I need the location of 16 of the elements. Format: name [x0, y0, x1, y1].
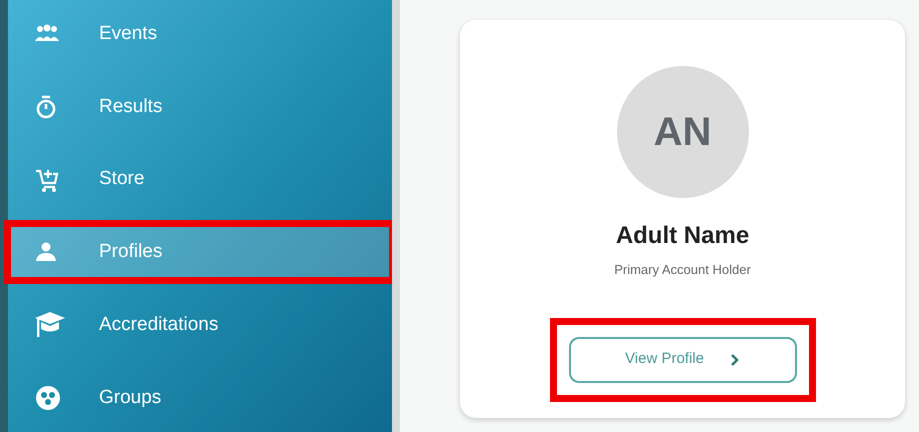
avatar-initials: AN: [654, 109, 712, 156]
sidebar-item[interactable]: Groups: [11, 372, 389, 423]
person-icon: [35, 242, 57, 262]
chevron-right-icon: [730, 354, 740, 366]
sidebar-item[interactable]: Profiles: [11, 227, 389, 278]
sidebar-item[interactable]: Events: [11, 9, 389, 59]
cart-icon: [35, 168, 59, 192]
sidebar-item[interactable]: Accreditations: [11, 300, 389, 350]
sidebar-item[interactable]: Results: [11, 82, 389, 132]
sidebar-item[interactable]: Store: [11, 154, 389, 205]
group-icon: [35, 384, 61, 411]
view-profile-button[interactable]: View Profile: [568, 336, 796, 382]
profile-role: Primary Account Holder: [614, 261, 751, 279]
stopwatch-icon: [35, 94, 57, 119]
profile-name: Adult Name: [616, 221, 750, 251]
graduation-cap-icon: [35, 311, 65, 340]
